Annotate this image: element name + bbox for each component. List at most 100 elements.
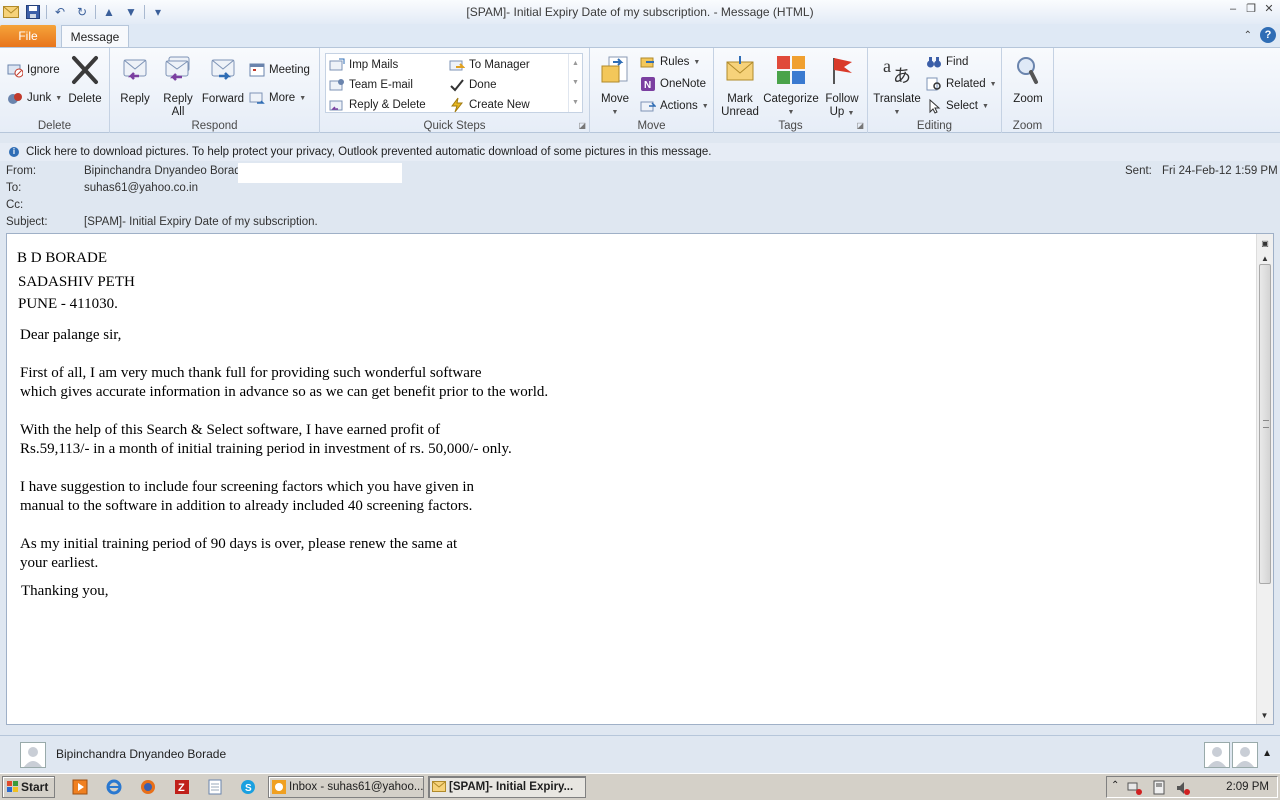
help-icon[interactable]: ?	[1260, 27, 1276, 43]
taskbar-inbox[interactable]: Inbox - suhas61@yahoo....	[268, 776, 424, 798]
quick-step-label: Team E-mail	[349, 79, 413, 91]
junk-button[interactable]: Junk ▼	[7, 90, 62, 106]
volume-icon[interactable]	[1175, 780, 1191, 796]
categorize-dropdown-icon: ▼	[787, 109, 795, 116]
quick-step-label: To Manager	[469, 59, 530, 71]
minimize-ribbon-icon[interactable]: ⌃	[1244, 30, 1252, 41]
start-button[interactable]: Start	[2, 776, 55, 798]
people-pane-name[interactable]: Bipinchandra Dnyandeo Borade	[56, 747, 226, 761]
follow-up-button[interactable]: Follow Up ▼	[822, 54, 862, 120]
respond-group-label: Respond	[191, 120, 238, 132]
quick-steps-scroll[interactable]: ▲ ▼ ▼	[568, 54, 582, 112]
tags-launcher-icon[interactable]: ◪	[856, 121, 864, 130]
svg-text:Z: Z	[178, 782, 185, 794]
contact-avatar-icon[interactable]	[1204, 742, 1230, 768]
quick-steps-group-label: Quick Steps	[423, 120, 486, 132]
find-label: Find	[946, 56, 969, 68]
reply-icon	[123, 59, 147, 80]
onenote-icon: N	[641, 77, 655, 91]
address-line-2: SADASHIV PETH	[18, 274, 135, 290]
forward-button[interactable]: Forward	[200, 54, 246, 106]
zoom-button[interactable]: Zoom	[1008, 54, 1048, 106]
follow-up-label-1: Follow	[825, 93, 859, 105]
filezilla-icon[interactable]: Z	[174, 779, 190, 795]
reply-all-icon	[165, 56, 190, 81]
vertical-scrollbar[interactable]: ▣ ▲ ▼	[1256, 234, 1273, 724]
firefox-icon[interactable]	[140, 779, 156, 795]
quick-step-team-email[interactable]: Team E-mail	[329, 77, 413, 93]
expand-gallery-icon[interactable]: ▼	[572, 99, 579, 106]
onenote-label: OneNote	[660, 78, 707, 90]
reply-all-label-1: Reply	[163, 93, 193, 105]
to-value[interactable]: suhas61@yahoo.co.in	[84, 182, 198, 194]
avatar[interactable]	[20, 742, 46, 768]
binoculars-icon	[927, 57, 941, 68]
network-icon[interactable]	[1127, 780, 1143, 796]
tab-file[interactable]: File	[0, 25, 56, 48]
delete-button[interactable]: Delete	[66, 54, 104, 106]
quick-step-create-new[interactable]: Create New	[449, 97, 530, 113]
tags-group: Mark Unread Categorize ▼ Follow Up ▼ Tag…	[714, 48, 868, 133]
close-icon[interactable]: ✕	[1262, 2, 1276, 16]
meeting-button[interactable]: Meeting	[249, 62, 310, 78]
picture-download-infobar[interactable]: i Click here to download pictures. To he…	[0, 143, 1280, 161]
related-button[interactable]: Related ▼	[926, 76, 997, 92]
quick-step-done[interactable]: Done	[449, 77, 497, 93]
actions-label: Actions	[660, 100, 698, 112]
select-button[interactable]: Select ▼	[926, 98, 989, 114]
skype-icon[interactable]: S	[240, 779, 256, 795]
reply-all-button[interactable]: Reply All	[160, 54, 196, 119]
contact-avatar-icon[interactable]	[1232, 742, 1258, 768]
categorize-button[interactable]: Categorize ▼	[763, 54, 819, 119]
ribbon: Ignore Junk ▼ Delete Delete Reply Reply A…	[0, 47, 1280, 133]
zoom-group: Zoom Zoom	[1002, 48, 1054, 133]
reply-all-label-2: All	[171, 106, 185, 118]
paragraph-4-line-2: your earliest.	[20, 555, 99, 571]
restore-icon[interactable]: ❐	[1244, 2, 1258, 16]
scroll-thumb[interactable]	[1259, 264, 1271, 584]
internet-explorer-icon[interactable]	[106, 779, 122, 795]
from-value[interactable]: Bipinchandra Dnyandeo Borade	[84, 165, 247, 177]
taskbar-message[interactable]: [SPAM]- Initial Expiry...	[428, 776, 586, 798]
clock[interactable]: 2:09 PM	[1226, 781, 1269, 793]
quick-step-reply-delete[interactable]: Reply & Delete	[329, 97, 426, 113]
minimize-icon[interactable]: –	[1226, 2, 1240, 16]
translate-dropdown-icon: ▼	[893, 109, 901, 116]
quick-step-to-manager[interactable]: To Manager	[449, 57, 530, 73]
scroll-down-icon[interactable]: ▼	[572, 79, 579, 86]
paragraph-3-line-1: I have suggestion to include four screen…	[20, 479, 475, 495]
tags-group-label: Tags	[778, 120, 803, 132]
actions-button[interactable]: Actions ▼	[640, 98, 709, 114]
move-button[interactable]: Move ▼	[598, 54, 632, 119]
find-button[interactable]: Find	[926, 54, 968, 70]
from-label: From:	[6, 165, 37, 177]
message-body[interactable]: B D BORADE SADASHIV PETH PUNE - 411030. …	[6, 233, 1274, 725]
svg-text:あ: あ	[893, 66, 911, 86]
device-icon[interactable]	[1151, 780, 1167, 796]
mark-unread-label-2: Unread	[721, 106, 759, 118]
quick-steps-launcher-icon[interactable]: ◪	[578, 121, 586, 130]
ruler-toggle-icon[interactable]: ▣	[1258, 236, 1273, 251]
ignore-button[interactable]: Ignore	[7, 62, 60, 78]
translate-icon: aあ	[883, 56, 911, 87]
onenote-button[interactable]: N OneNote	[640, 76, 706, 92]
reply-button[interactable]: Reply	[118, 54, 152, 106]
editing-group: aあ Translate ▼ Find Related ▼ Select ▼ Edi…	[868, 48, 1002, 133]
notepad-icon[interactable]	[207, 779, 223, 795]
media-player-icon[interactable]	[72, 779, 88, 795]
scroll-up-icon[interactable]: ▲	[572, 60, 579, 67]
zoom-label: Zoom	[1013, 93, 1043, 105]
quick-step-imp-mails[interactable]: Imp Mails	[329, 57, 398, 73]
address-line-1: B D BORADE	[17, 250, 108, 266]
window-controls: – ❐ ✕	[1226, 2, 1276, 16]
expand-people-pane-icon[interactable]: ▲	[1262, 748, 1272, 759]
system-tray: ⌃ 2:09 PM	[1106, 776, 1278, 798]
tab-message[interactable]: Message	[61, 25, 129, 48]
show-hidden-icons-icon[interactable]: ⌃	[1111, 780, 1119, 791]
rules-button[interactable]: Rules ▼	[640, 54, 700, 70]
more-respond-button[interactable]: More ▼	[249, 90, 306, 106]
translate-button[interactable]: aあ Translate ▼	[872, 54, 922, 119]
paragraph-4-line-1: As my initial training period of 90 days…	[20, 536, 458, 552]
scroll-down-arrow-icon[interactable]: ▼	[1257, 708, 1272, 723]
mark-unread-button[interactable]: Mark Unread	[718, 54, 762, 119]
